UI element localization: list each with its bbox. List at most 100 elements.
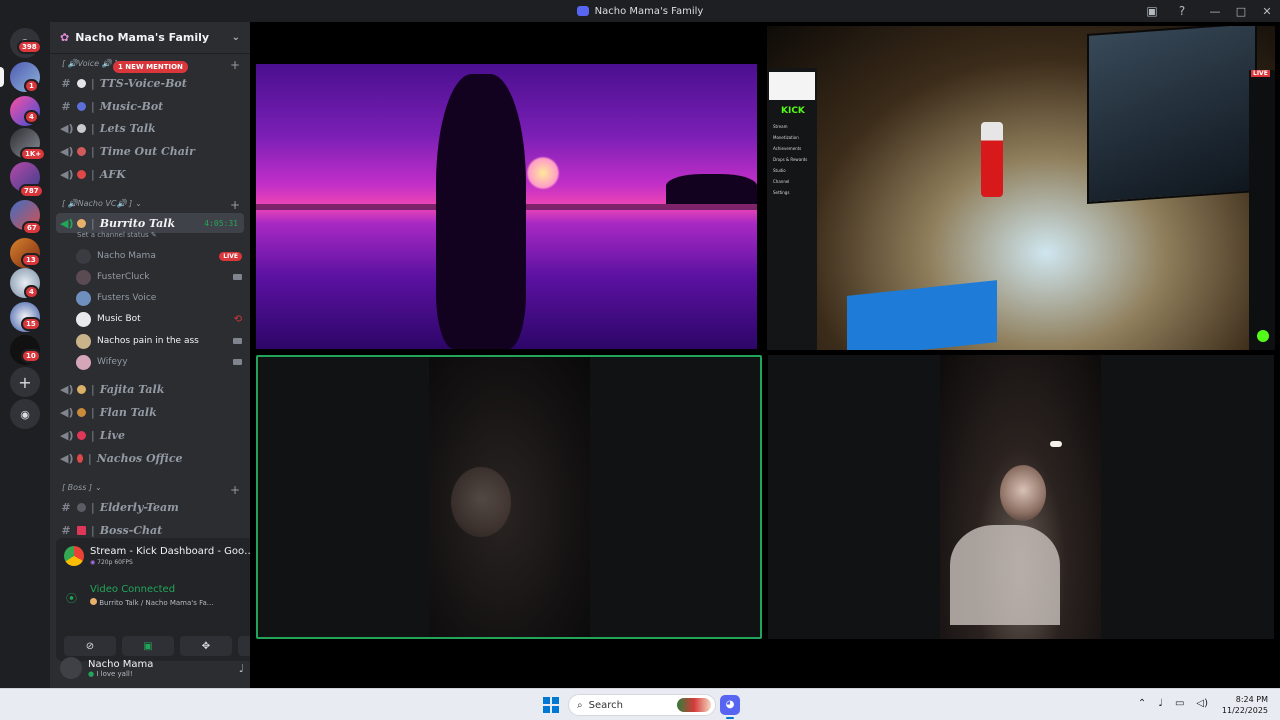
channel-nachos-office[interactable]: ◀) | Nachos Office xyxy=(56,448,244,468)
maximize-button[interactable]: □ xyxy=(1228,5,1254,18)
channel-elderly-team[interactable]: # | Elderly-Team xyxy=(56,497,244,517)
voice-user-name: Nachos pain in the ass xyxy=(97,336,199,346)
separator: | xyxy=(91,523,95,537)
kick-logo: KICK xyxy=(781,106,805,116)
connection-status[interactable]: Video Connected xyxy=(90,584,175,595)
burrito-icon xyxy=(90,598,97,605)
category-voice[interactable]: [ 🔊Voice 🔊 ] xyxy=(62,59,117,68)
chevron-down-icon: ⌄ xyxy=(135,199,142,208)
voice-user[interactable]: Fusters Voice xyxy=(76,288,242,308)
elderly-icon xyxy=(77,502,86,512)
voice-channel-icon: ◀) xyxy=(60,382,74,396)
fajita-icon xyxy=(77,384,86,394)
add-channel-icon[interactable]: + xyxy=(230,483,240,497)
category-boss[interactable]: [ Boss ] ⌄ xyxy=(62,483,102,492)
voice-channel-icon: ◀) xyxy=(60,144,74,158)
category-label: [ 🔊Nacho VC🔊 ] xyxy=(62,199,133,208)
channel-music-bot[interactable]: # | Music-Bot xyxy=(56,96,244,116)
channel-status[interactable]: Set a channel status ✎ xyxy=(77,231,157,239)
channel-tts-voice-bot[interactable]: # | TTS-Voice-Bot xyxy=(56,73,244,93)
camera-tile[interactable] xyxy=(768,355,1274,639)
search-placeholder: Search xyxy=(588,699,623,711)
connection-channel-path[interactable]: Burrito Talk / Nacho Mama's Fa... xyxy=(90,598,213,607)
channel-burrito-talk[interactable]: ◀) | Burrito Talk 4:05:31 xyxy=(56,213,244,233)
separator: | xyxy=(91,144,95,158)
stream-preview-row[interactable]: Stream - Kick Dashboard - Google ... ◉ 7… xyxy=(64,546,260,566)
channel-flan-talk[interactable]: ◀) | Flan Talk xyxy=(56,402,244,422)
user-status-text: I love yall! xyxy=(96,669,133,678)
no-entry-icon xyxy=(77,169,86,179)
voice-user[interactable]: Music Bot ⟲ xyxy=(76,309,242,329)
taskbar-search[interactable]: ⌕ Search xyxy=(568,694,716,716)
voice-channel-icon: ◀) xyxy=(60,428,74,442)
category-nacho-vc[interactable]: [ 🔊Nacho VC🔊 ] ⌄ xyxy=(62,199,142,208)
volume-icon[interactable]: ◁) xyxy=(1196,698,1208,709)
camera-icon xyxy=(233,274,242,280)
separator: | xyxy=(91,428,95,442)
add-channel-icon[interactable]: + xyxy=(230,198,240,212)
channel-fajita-talk[interactable]: ◀) | Fajita Talk xyxy=(56,379,244,399)
music-note-icon xyxy=(77,101,86,111)
video-tile-background[interactable] xyxy=(256,64,757,349)
live-badge: LIVE xyxy=(219,251,242,261)
camera-feed xyxy=(940,355,1101,639)
kick-menu-item: Drops & Rewards xyxy=(773,157,808,162)
title-toolbar: ▣ ? xyxy=(1144,3,1190,19)
separator: | xyxy=(91,121,95,135)
voice-user[interactable]: Nacho Mama LIVE xyxy=(76,246,242,266)
channel-boss-chat[interactable]: # | Boss-Chat xyxy=(56,520,244,540)
guild-header[interactable]: ✿ Nacho Mama's Family ⌄ xyxy=(50,22,250,54)
windows-logo-pane xyxy=(543,697,550,704)
stream-quality-text: 720p 60FPS xyxy=(97,559,133,566)
palm-island xyxy=(666,174,757,204)
video-stage: KICK Stream Monetization Achievements Dr… xyxy=(250,22,1280,688)
channel-afk[interactable]: ◀) | AFK xyxy=(56,164,244,184)
user-status: ● I love yall! xyxy=(88,670,153,678)
voice-user[interactable]: Nachos pain in the ass xyxy=(76,331,242,351)
woman-silhouette xyxy=(436,74,526,349)
text-channel-icon: # xyxy=(61,99,71,113)
user-info[interactable]: Nacho Mama ● I love yall! xyxy=(88,659,153,678)
kick-menu-item: Settings xyxy=(773,190,790,195)
close-button[interactable]: ✕ xyxy=(1254,5,1280,18)
help-icon[interactable]: ? xyxy=(1174,3,1190,19)
avatar xyxy=(76,311,91,327)
channel-lets-talk[interactable]: ◀) | Lets Talk xyxy=(56,118,244,138)
screen-share-icon[interactable]: ▣ xyxy=(1144,3,1160,19)
new-mention-badge[interactable]: 1 NEW MENTION xyxy=(113,61,188,73)
camera-tile-speaking[interactable] xyxy=(256,355,762,639)
clock-time: 8:24 PM xyxy=(1235,695,1268,704)
channel-label: Music-Bot xyxy=(99,99,164,113)
discover-icon[interactable]: ◉ xyxy=(10,399,40,429)
discord-taskbar-icon[interactable]: ◕ xyxy=(720,695,740,719)
server-badge: 4 xyxy=(24,285,39,299)
channel-live[interactable]: ◀) | Live xyxy=(56,425,244,445)
server-rail: ◕ 398 1 4 1K+ 787 67 13 4 15 10 + ◉ xyxy=(0,22,50,688)
avatar[interactable] xyxy=(60,657,82,679)
text-channel-icon: # xyxy=(61,500,71,514)
voice-user-name: Fusters Voice xyxy=(97,293,157,303)
kick-status-icon xyxy=(1257,330,1269,342)
add-server-icon[interactable]: + xyxy=(10,367,40,397)
start-button[interactable] xyxy=(543,697,559,713)
add-channel-icon[interactable]: + xyxy=(230,58,240,72)
channel-path-text: Burrito Talk / Nacho Mama's Fa... xyxy=(99,599,214,607)
system-clock[interactable]: 8:24 PM 11/22/2025 xyxy=(1222,694,1268,716)
minimize-button[interactable]: — xyxy=(1202,5,1228,18)
channel-label: Fajita Talk xyxy=(99,382,165,396)
channel-label: Boss-Chat xyxy=(99,523,163,537)
signal-icon[interactable]: ⦿ xyxy=(66,590,77,606)
screen-share-tile[interactable]: KICK Stream Monetization Achievements Dr… xyxy=(767,26,1275,350)
channel-label: Elderly-Team xyxy=(99,500,179,514)
channel-time-out-chair[interactable]: ◀) | Time Out Chair xyxy=(56,141,244,161)
chevron-up-icon[interactable]: ⌃ xyxy=(1138,698,1146,709)
microphone-icon[interactable]: ♩ xyxy=(1158,698,1163,709)
stream-title: Stream - Kick Dashboard - Google ... xyxy=(90,546,260,557)
network-icon[interactable]: ▭ xyxy=(1175,698,1184,709)
microphone-icon[interactable]: ♩ xyxy=(239,662,244,675)
windows-logo-pane xyxy=(543,706,550,713)
burrito-icon xyxy=(77,218,86,228)
voice-user[interactable]: Wifeyy xyxy=(76,352,242,372)
voice-user[interactable]: FusterCluck xyxy=(76,267,242,287)
channel-label: Burrito Talk xyxy=(99,216,176,230)
